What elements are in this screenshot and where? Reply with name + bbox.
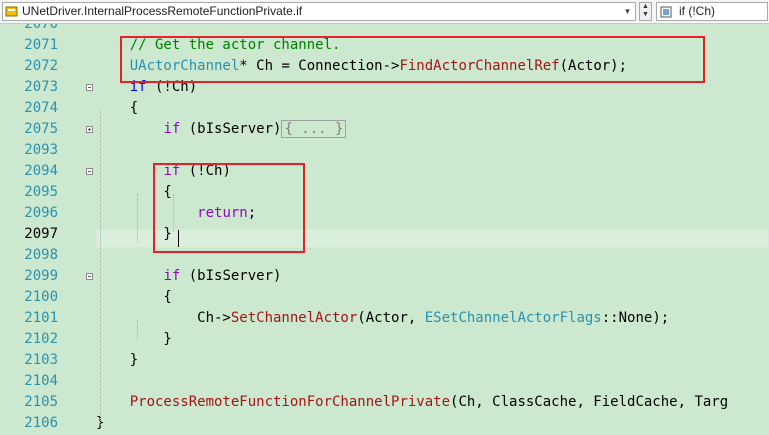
expand-icon[interactable] [86,126,93,133]
collapsed-region[interactable]: { ... } [281,120,347,138]
code-token: ProcessRemoteFunctionForChannelPrivate [129,394,451,410]
line-number: 2099 [24,268,58,284]
scope-dropdown[interactable]: UNetDriver.InternalProcessRemoteFunction… [2,2,636,21]
indent-guide [100,110,101,425]
split-window-button[interactable]: ▲ ▼ [639,2,652,21]
collapse-icon[interactable] [86,168,93,175]
code-token: (Actor, [357,310,425,326]
line-number: 2103 [24,352,58,368]
annotation-box-if-block [153,163,305,253]
code-line: } [96,350,138,371]
member-label: if (!Ch) [679,4,715,18]
line-number: 2094 [24,163,58,179]
line-number: 2095 [24,184,58,200]
line-number: 2072 [24,58,58,74]
line-number: 2102 [24,331,58,347]
line-number: 2073 [24,79,58,95]
fold-margin[interactable] [82,24,96,435]
member-dropdown[interactable]: if (!Ch) [656,2,768,21]
arrow-up-icon: ▲ [642,3,649,10]
code-line: Ch->SetChannelActor(Actor, ESetChannelAc… [96,308,669,329]
code-token: } [96,331,172,347]
line-number: 2098 [24,247,58,263]
code-token: { [96,289,172,305]
line-number: 2075 [24,121,58,137]
indent-guide [137,194,138,242]
code-token: (Ch, ClassCache, FieldCache, Targ [450,394,729,410]
collapse-icon[interactable] [86,84,93,91]
chevron-down-icon[interactable]: ▼ [622,4,633,19]
code-token: (bIsServer) [180,268,282,284]
indent-guide [137,320,138,340]
line-number: 2105 [24,394,58,410]
annotation-box-comment [120,36,705,83]
code-line: { [96,98,138,119]
collapse-icon[interactable] [86,273,93,280]
code-editor[interactable]: 2070 2071 2072 2073 2074 2075 2093 2094 2095 2096… [0,24,769,435]
code-token: SetChannelActor [230,310,358,326]
line-number: 2074 [24,100,58,116]
code-line: } [96,329,172,350]
code-token: if [163,121,181,137]
line-number: 2070 [24,24,58,32]
scope-label: UNetDriver.InternalProcessRemoteFunction… [22,4,303,18]
code-token: { [96,100,139,116]
code-token: } [96,352,139,368]
line-number: 2104 [24,373,58,389]
line-number: 2071 [24,37,58,53]
code-token: if [163,268,181,284]
code-line: ProcessRemoteFunctionForChannelPrivate(C… [96,392,728,413]
code-token: ::None); [601,310,670,326]
code-token: (bIsServer) [180,121,282,137]
text-caret [178,230,179,247]
arrow-down-icon: ▼ [642,11,649,18]
class-icon [5,6,18,17]
line-number: 2096 [24,205,58,221]
line-number: 2106 [24,415,58,431]
code-line: { [96,287,172,308]
code-line: if (bIsServer){ ... } [96,119,347,140]
code-token: ESetChannelActorFlags [424,310,602,326]
block-icon [660,6,672,18]
line-number: 2093 [24,142,58,158]
line-number: 2101 [24,310,58,326]
code-token: Ch-> [96,310,231,326]
code-line: if (bIsServer) [96,266,281,287]
line-number: 2100 [24,289,58,305]
line-number-gutter: 2070 2071 2072 2073 2074 2075 2093 2094 2095 2096… [0,24,82,435]
line-number: 2097 [24,226,58,242]
navigation-bar: UNetDriver.InternalProcessRemoteFunction… [0,0,769,24]
